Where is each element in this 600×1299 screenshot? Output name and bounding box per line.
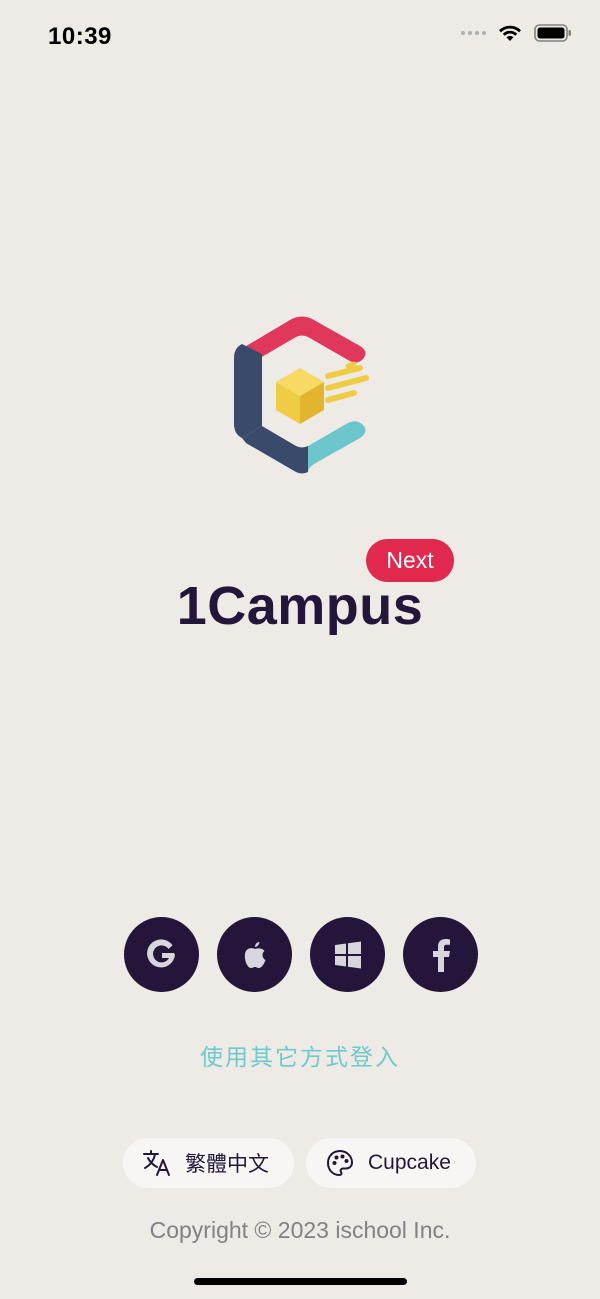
apple-login-button[interactable] <box>217 917 292 992</box>
windows-icon <box>334 941 361 968</box>
login-screen: 10:39 1Campus Next 使用其它方式登入 繁體中文 Cupcake… <box>0 0 600 1299</box>
theme-label: Cupcake <box>368 1151 451 1174</box>
palette-icon <box>326 1149 354 1177</box>
apple-icon <box>244 941 265 968</box>
copyright-text: Copyright © 2023 ischool Inc. <box>149 1217 451 1243</box>
microsoft-login-button[interactable] <box>310 917 385 992</box>
facebook-icon <box>432 938 450 972</box>
cellular-signal-icon <box>461 31 486 35</box>
theme-selector-button[interactable]: Cupcake <box>306 1138 476 1188</box>
status-indicators <box>461 24 572 42</box>
google-login-button[interactable] <box>124 917 199 992</box>
home-indicator[interactable] <box>194 1278 407 1285</box>
translate-icon <box>143 1150 170 1176</box>
status-time: 10:39 <box>48 23 112 50</box>
language-selector-button[interactable]: 繁體中文 <box>123 1138 294 1188</box>
wifi-icon <box>499 25 521 41</box>
facebook-login-button[interactable] <box>403 917 478 992</box>
app-title: 1Campus <box>176 576 424 636</box>
next-badge: Next <box>366 539 454 582</box>
google-icon <box>146 938 175 967</box>
battery-icon <box>534 24 571 42</box>
social-login-row <box>124 917 478 992</box>
other-login-methods-link[interactable]: 使用其它方式登入 <box>0 1038 600 1072</box>
app-logo-icon <box>234 316 369 474</box>
language-label: 繁體中文 <box>185 1153 269 1176</box>
